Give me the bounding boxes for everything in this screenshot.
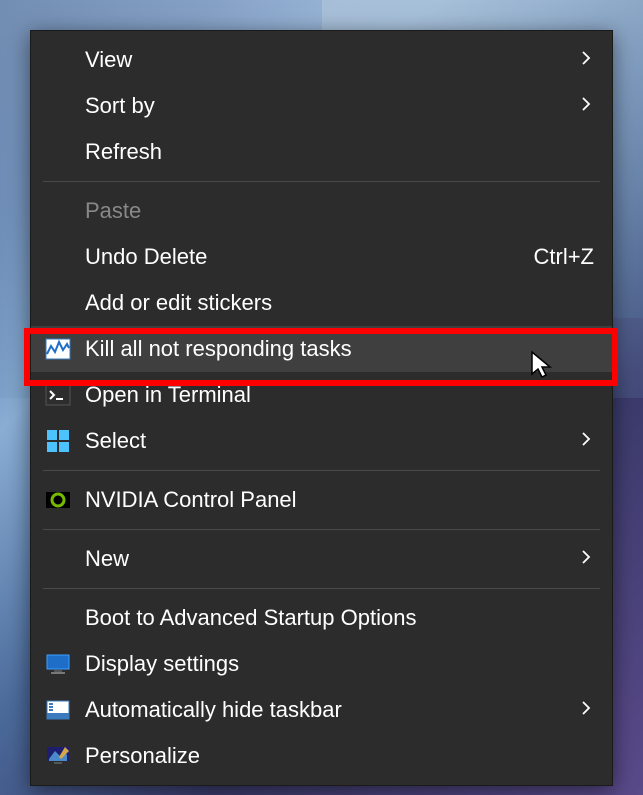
menu-label: New [85,546,578,572]
menu-label: Display settings [85,651,594,677]
chevron-right-icon [578,549,594,570]
chevron-right-icon [578,96,594,117]
display-icon [45,651,85,677]
menu-label: Refresh [85,139,594,165]
menu-label: Select [85,428,578,454]
windows-icon [45,428,85,454]
nvidia-icon [45,487,85,513]
menu-label: Sort by [85,93,578,119]
menu-item-boot-advanced[interactable]: Boot to Advanced Startup Options [31,595,612,641]
personalize-icon [45,743,85,769]
menu-label: Open in Terminal [85,382,594,408]
menu-item-refresh[interactable]: Refresh [31,129,612,175]
menu-label: NVIDIA Control Panel [85,487,594,513]
menu-item-open-terminal[interactable]: Open in Terminal [31,372,612,418]
menu-separator [43,588,600,589]
menu-label: Boot to Advanced Startup Options [85,605,594,631]
menu-item-new[interactable]: New [31,536,612,582]
menu-item-select[interactable]: Select [31,418,612,464]
terminal-icon [45,382,85,408]
menu-item-sort-by[interactable]: Sort by [31,83,612,129]
menu-item-display-settings[interactable]: Display settings [31,641,612,687]
menu-label: Kill all not responding tasks [85,336,594,362]
menu-separator [43,529,600,530]
desktop-context-menu: View Sort by Refresh Paste Undo Delete C… [30,30,613,786]
menu-label: Add or edit stickers [85,290,594,316]
menu-item-kill-tasks[interactable]: Kill all not responding tasks [31,326,612,372]
shortcut-text: Ctrl+Z [534,244,595,270]
menu-item-paste: Paste [31,188,612,234]
menu-label: View [85,47,578,73]
taskbar-icon [45,697,85,723]
menu-item-hide-taskbar[interactable]: Automatically hide taskbar [31,687,612,733]
chevron-right-icon [578,50,594,71]
menu-item-personalize[interactable]: Personalize [31,733,612,779]
menu-separator [43,470,600,471]
menu-item-nvidia[interactable]: NVIDIA Control Panel [31,477,612,523]
menu-item-view[interactable]: View [31,37,612,83]
menu-label: Paste [85,198,594,224]
menu-label: Automatically hide taskbar [85,697,578,723]
chevron-right-icon [578,700,594,721]
menu-item-add-stickers[interactable]: Add or edit stickers [31,280,612,326]
menu-separator [43,181,600,182]
chevron-right-icon [578,431,594,452]
menu-label: Personalize [85,743,594,769]
taskmgr-icon [45,336,85,362]
menu-label: Undo Delete [85,244,534,270]
menu-item-undo-delete[interactable]: Undo Delete Ctrl+Z [31,234,612,280]
